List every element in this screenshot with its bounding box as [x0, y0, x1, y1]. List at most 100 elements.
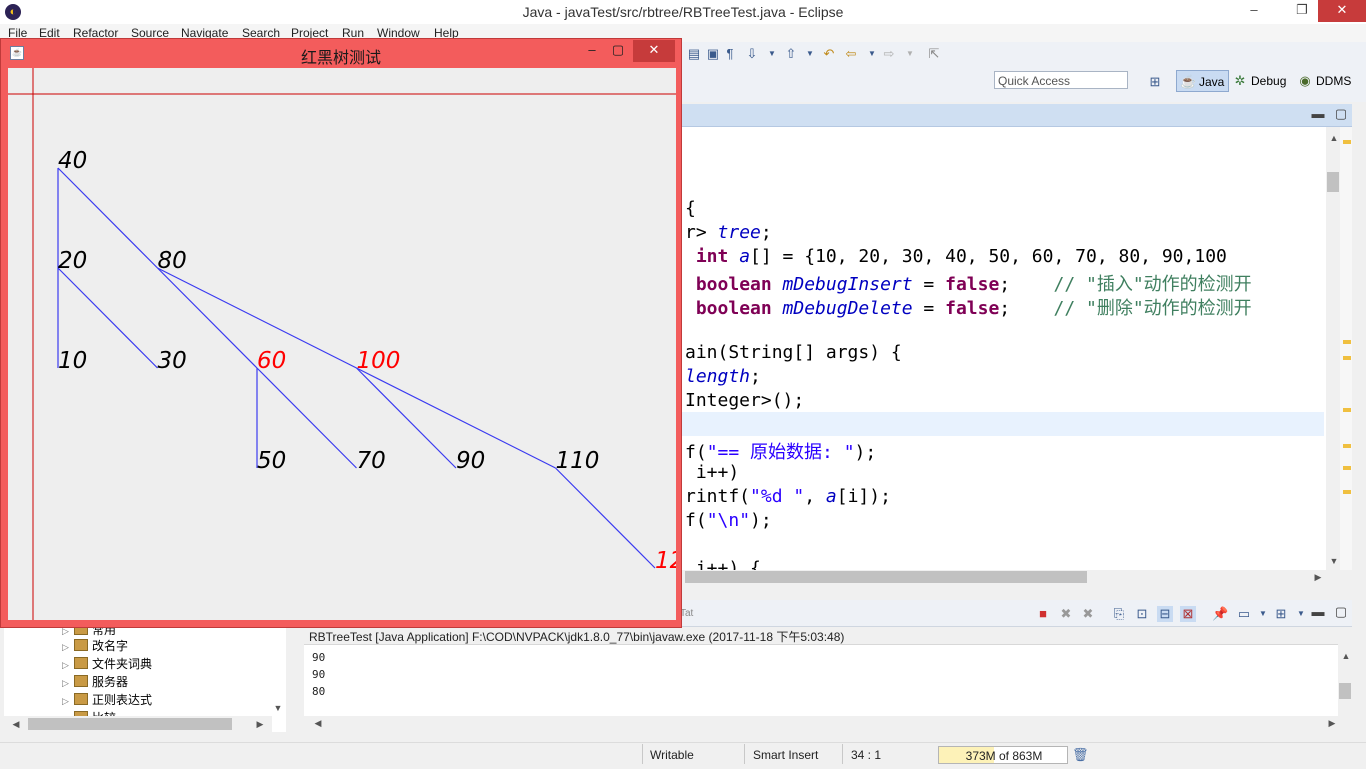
show-stdout-icon[interactable]: ⊟ [1157, 606, 1173, 622]
code-token: "== 原始数据: " [706, 442, 855, 463]
package-item[interactable]: ▷ 文件夹词典 [62, 655, 152, 672]
pin-editor-icon[interactable]: ⇱ [926, 46, 942, 62]
code-token: a [825, 486, 837, 507]
perspective-ddms-label: DDMS [1316, 74, 1352, 88]
package-icon [74, 675, 88, 687]
minimize-button[interactable]: – [1238, 0, 1270, 22]
block-selection-icon[interactable]: ▣ [705, 46, 721, 62]
package-item[interactable]: ▷ 服务器 [62, 673, 128, 690]
scroll-right-icon[interactable]: ▶ [1310, 569, 1326, 585]
package-horizontal-scroll-thumb[interactable] [28, 718, 232, 730]
restore-button[interactable]: ❐ [1286, 0, 1318, 22]
console-tab-label[interactable]: Tat [680, 608, 693, 619]
scroll-down-icon[interactable]: ▼ [270, 700, 286, 716]
expand-arrow-icon[interactable]: ▷ [62, 696, 74, 707]
tree-node-label: 70 [357, 448, 386, 474]
chevron-down-icon[interactable]: ▼ [864, 46, 880, 62]
chevron-down-icon[interactable]: ▼ [1255, 606, 1271, 622]
perspective-debug[interactable]: ✲ Debug [1229, 70, 1290, 92]
next-annotation-icon[interactable]: ⇩ [744, 46, 760, 62]
prev-annotation-icon[interactable]: ⇧ [783, 46, 799, 62]
pin-console-icon[interactable]: 📌 [1212, 606, 1228, 622]
overview-annotation-mark[interactable] [1343, 444, 1351, 448]
chevron-down-icon[interactable]: ▼ [764, 46, 780, 62]
overview-annotation-mark[interactable] [1343, 356, 1351, 360]
tree-edge [555, 467, 656, 569]
toggle-mark-icon[interactable]: ▤ [686, 46, 702, 62]
chevron-down-icon[interactable]: ▼ [802, 46, 818, 62]
show-whitespace-icon[interactable]: ¶ [722, 46, 738, 62]
editor-horizontal-scroll-thumb[interactable] [685, 571, 1087, 583]
tree-node-label: 100 [357, 348, 401, 374]
maximize-console-icon[interactable]: ▢ [1333, 604, 1349, 620]
last-edit-icon[interactable]: ↶ [821, 46, 837, 62]
console-vertical-scroll-thumb[interactable] [1339, 683, 1351, 699]
remove-launch-icon[interactable]: ✖ [1058, 606, 1074, 622]
package-item-label: 文件夹词典 [92, 657, 153, 671]
package-item[interactable]: ▷ 正则表达式 [62, 691, 152, 708]
garbage-collect-icon[interactable]: 🗑 [1072, 747, 1089, 763]
overview-ruler[interactable] [1340, 127, 1352, 570]
expand-arrow-icon[interactable]: ▷ [62, 642, 74, 653]
editor-vertical-scrollbar[interactable] [1326, 127, 1340, 570]
scroll-left-icon[interactable]: ◀ [8, 716, 24, 732]
code-token: mDebugInsert [782, 274, 913, 295]
clear-console-icon[interactable]: ⎘ [1111, 606, 1127, 622]
eclipse-title-bar: Java - javaTest/src/rbtree/RBTreeTest.ja… [0, 0, 1366, 25]
code-token: false [945, 298, 1000, 319]
show-stderr-icon[interactable]: ⊠ [1180, 606, 1196, 622]
scroll-lock-icon[interactable]: ⊡ [1134, 606, 1150, 622]
console-output[interactable] [304, 644, 1338, 717]
back-icon[interactable]: ⇦ [843, 46, 859, 62]
code-line: int a[] = {10, 20, 30, 40, 50, 60, 70, 8… [685, 246, 1227, 267]
tree-node-label: 110 [556, 448, 600, 474]
overview-annotation-mark[interactable] [1343, 490, 1351, 494]
package-item[interactable]: ▷比较 [62, 709, 116, 716]
package-item-label: 正则表达式 [92, 693, 153, 707]
console-horizontal-scrollbar[interactable] [304, 716, 1338, 730]
rbtree-drawing: 40 20 80 10 30 60 100 50 70 90 110 120 [8, 68, 676, 620]
package-item[interactable]: ▷ 改名字 [62, 637, 128, 654]
scroll-up-icon[interactable]: ▲ [1338, 648, 1354, 664]
maximize-editor-icon[interactable]: ▢ [1333, 106, 1349, 122]
overview-annotation-mark[interactable] [1343, 140, 1351, 144]
chevron-down-icon[interactable]: ▼ [1293, 606, 1309, 622]
quick-access-input[interactable]: Quick Access [994, 71, 1128, 89]
code-token: // "插入"动作的检测开 [1053, 274, 1252, 295]
forward-icon[interactable]: ⇨ [881, 46, 897, 62]
close-button[interactable]: ✕ [1318, 0, 1366, 22]
remove-all-icon[interactable]: ✖ [1080, 606, 1096, 622]
ddms-icon: ◉ [1299, 73, 1311, 88]
minimize-console-icon[interactable]: ▬ [1310, 604, 1326, 620]
editor-vertical-scroll-thumb[interactable] [1327, 172, 1339, 192]
jframe-minimize-button[interactable]: – [578, 40, 606, 62]
console-line: 90 [312, 668, 326, 681]
jframe-close-button[interactable]: ✕ [633, 40, 675, 62]
code-token: ; [999, 298, 1054, 319]
jframe-maximize-button[interactable]: ▢ [604, 40, 632, 62]
terminate-icon[interactable]: ■ [1035, 606, 1051, 622]
open-perspective-icon[interactable]: ⊞ [1147, 74, 1163, 90]
tree-node-label: 10 [58, 348, 87, 374]
minimize-editor-icon[interactable]: ▬ [1310, 106, 1326, 122]
chevron-down-icon[interactable]: ▼ [902, 46, 918, 62]
overview-annotation-mark[interactable] [1343, 340, 1351, 344]
console-process-title: RBTreeTest [Java Application] F:\COD\NVP… [309, 630, 845, 644]
perspective-ddms[interactable]: ◉ DDMS [1294, 70, 1355, 92]
status-writable: Writable [650, 748, 694, 762]
perspective-java[interactable]: ☕ Java [1176, 70, 1230, 92]
overview-annotation-mark[interactable] [1343, 408, 1351, 412]
expand-arrow-icon[interactable]: ▷ [62, 678, 74, 689]
expand-arrow-icon[interactable]: ▷ [62, 660, 74, 671]
scroll-right-icon[interactable]: ▶ [252, 716, 268, 732]
status-divider [842, 744, 843, 764]
code-token: mDebugDelete [782, 298, 913, 319]
display-console-icon[interactable]: ▭ [1236, 606, 1252, 622]
scroll-left-icon[interactable]: ◀ [310, 715, 326, 731]
status-divider [642, 744, 643, 764]
open-console-icon[interactable]: ⊞ [1273, 606, 1289, 622]
code-line: { [685, 198, 696, 219]
overview-annotation-mark[interactable] [1343, 466, 1351, 470]
